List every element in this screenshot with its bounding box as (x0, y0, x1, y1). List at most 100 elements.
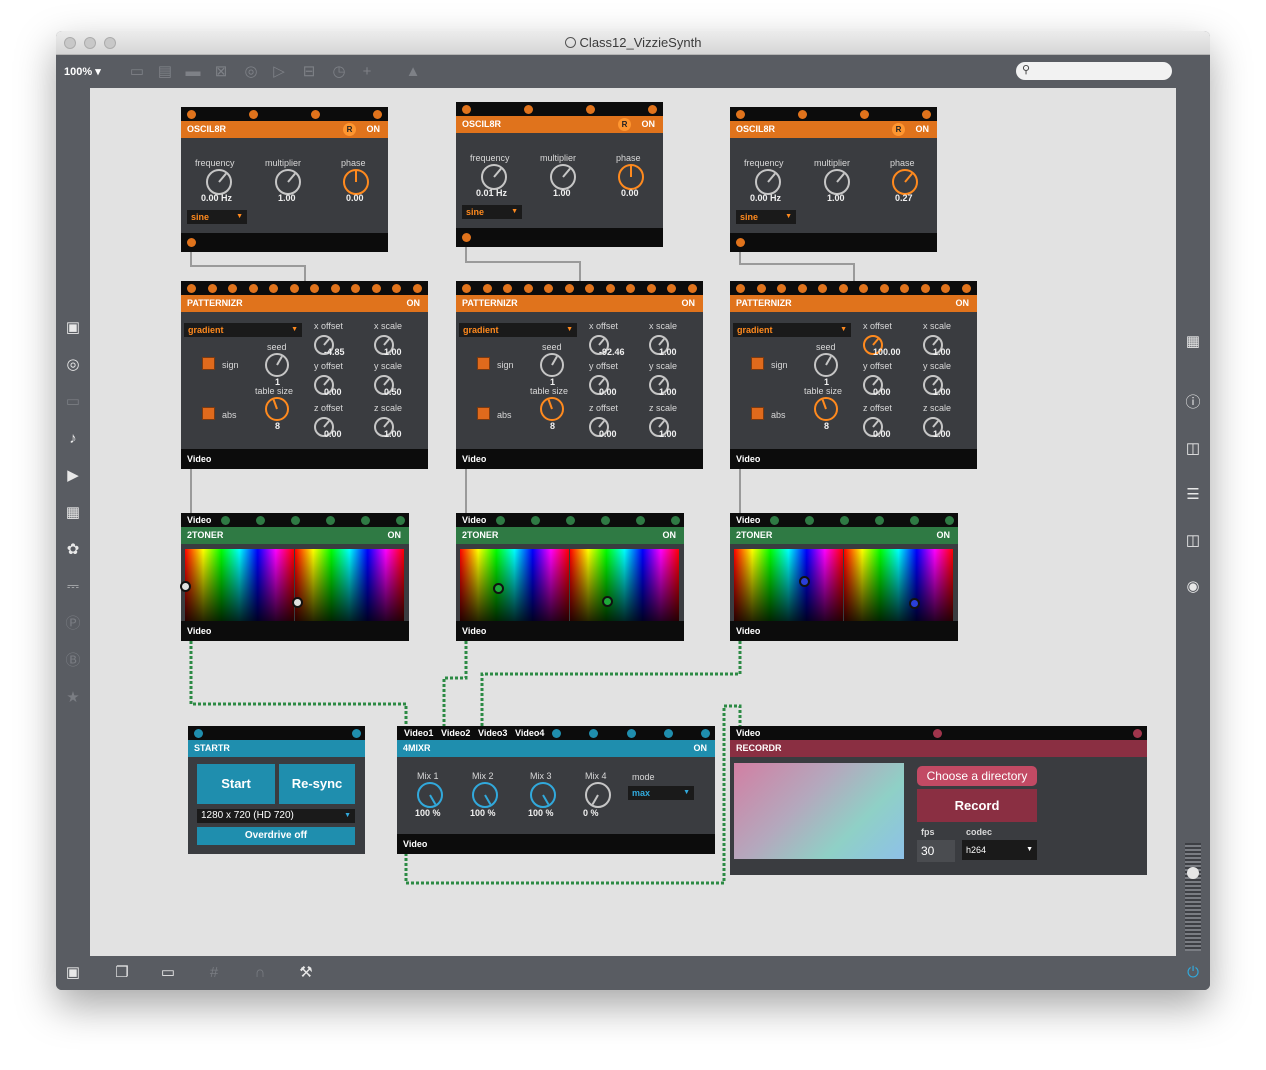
fps-field[interactable]: 30 (917, 840, 955, 862)
inlet-port[interactable] (838, 284, 848, 293)
color-field-1[interactable] (460, 549, 569, 621)
inlet-port[interactable] (688, 284, 697, 293)
video-cord[interactable] (189, 641, 408, 727)
inlet-port[interactable] (585, 284, 595, 293)
inlet-port[interactable] (503, 284, 513, 293)
inlet-port[interactable] (566, 516, 575, 525)
resolution-menu[interactable]: 1280 x 720 (HD 720) ▼ (197, 809, 355, 823)
color-picker-handle[interactable] (292, 597, 303, 608)
inlet-port[interactable] (589, 729, 599, 738)
inlet-port[interactable] (933, 729, 942, 738)
inlet-port[interactable] (671, 516, 680, 525)
inlet-port[interactable] (962, 284, 971, 293)
seed-knob[interactable] (265, 353, 289, 377)
seed-knob[interactable] (540, 353, 564, 377)
color-picker-handle[interactable] (799, 576, 810, 587)
inlet-port[interactable] (289, 284, 299, 293)
inlet-port[interactable] (371, 284, 381, 293)
inlet-port[interactable] (291, 516, 300, 525)
inlet-port[interactable] (523, 284, 533, 293)
record-badge[interactable]: R (618, 118, 631, 131)
inlet-port[interactable] (646, 284, 656, 293)
on-toggle[interactable]: ON (682, 295, 696, 312)
inlet-port[interactable] (552, 729, 561, 738)
mix-knob[interactable] (530, 782, 556, 808)
codec-menu[interactable]: h264 ▼ (962, 840, 1037, 860)
inlet-port[interactable] (207, 284, 217, 293)
inlet-port[interactable] (605, 284, 615, 293)
inlet-port[interactable] (326, 516, 335, 525)
table-size-knob[interactable] (540, 397, 564, 421)
noise-type-menu[interactable]: gradient ▼ (459, 323, 577, 337)
color-picker-handle[interactable] (909, 598, 920, 609)
on-toggle[interactable]: ON (916, 121, 930, 138)
inlet-port[interactable] (330, 284, 340, 293)
color-picker-handle[interactable] (602, 596, 613, 607)
outlet-port[interactable] (736, 238, 745, 247)
inlet-port[interactable] (544, 284, 554, 293)
inlet-port[interactable] (194, 729, 203, 738)
on-toggle[interactable]: ON (367, 121, 381, 138)
inlet-port[interactable] (922, 110, 931, 119)
inlet-port[interactable] (636, 516, 645, 525)
on-toggle[interactable]: ON (407, 295, 421, 312)
noise-type-menu[interactable]: gradient ▼ (733, 323, 851, 337)
sign-checkbox[interactable] (477, 357, 490, 370)
phase-knob[interactable] (343, 169, 369, 195)
inlet-port[interactable] (187, 284, 196, 293)
color-field-1[interactable] (180, 549, 294, 621)
color-field-1[interactable] (734, 549, 843, 621)
color-picker-handle[interactable] (180, 581, 191, 592)
multiplier-knob[interactable] (550, 164, 576, 190)
inlet-port[interactable] (941, 284, 951, 293)
choose-directory-button[interactable]: Choose a directory (917, 766, 1037, 786)
sign-checkbox[interactable] (751, 357, 764, 370)
inlet-port[interactable] (648, 105, 657, 114)
inlet-port[interactable] (818, 284, 828, 293)
inlet-port[interactable] (1133, 729, 1142, 738)
inlet-port[interactable] (920, 284, 930, 293)
multiplier-knob[interactable] (275, 169, 301, 195)
inlet-port[interactable] (351, 284, 361, 293)
cord[interactable] (190, 248, 306, 283)
color-field-2[interactable] (292, 549, 404, 621)
inlet-port[interactable] (626, 284, 636, 293)
inlet-port[interactable] (860, 110, 869, 119)
inlet-port[interactable] (269, 284, 279, 293)
inlet-port[interactable] (900, 284, 910, 293)
record-badge[interactable]: R (892, 123, 905, 136)
inlet-port[interactable] (352, 729, 361, 738)
on-toggle[interactable]: ON (388, 527, 402, 544)
inlet-port[interactable] (413, 284, 422, 293)
inlet-port[interactable] (249, 110, 258, 119)
outlet-port[interactable] (187, 238, 196, 247)
phase-knob[interactable] (892, 169, 918, 195)
inlet-port[interactable] (462, 105, 471, 114)
inlet-port[interactable] (701, 729, 710, 738)
mix-knob[interactable] (417, 782, 443, 808)
color-field-2[interactable] (844, 549, 953, 621)
inlet-port[interactable] (879, 284, 889, 293)
cord[interactable] (465, 242, 581, 283)
noise-type-menu[interactable]: gradient ▼ (184, 323, 302, 337)
inlet-port[interactable] (524, 105, 533, 114)
inlet-port[interactable] (392, 284, 402, 293)
inlet-port[interactable] (736, 110, 745, 119)
phase-knob[interactable] (618, 164, 644, 190)
inlet-port[interactable] (228, 284, 238, 293)
inlet-port[interactable] (805, 516, 814, 525)
inlet-port[interactable] (564, 284, 574, 293)
table-size-knob[interactable] (814, 397, 838, 421)
inlet-port[interactable] (187, 110, 196, 119)
sign-checkbox[interactable] (202, 357, 215, 370)
inlet-port[interactable] (736, 284, 745, 293)
inlet-port[interactable] (875, 516, 884, 525)
seed-knob[interactable] (814, 353, 838, 377)
inlet-port[interactable] (373, 110, 382, 119)
inlet-port[interactable] (482, 284, 492, 293)
overdrive-toggle[interactable]: Overdrive off (197, 827, 355, 845)
inlet-port[interactable] (496, 516, 505, 525)
on-toggle[interactable]: ON (956, 295, 970, 312)
inlet-port[interactable] (601, 516, 610, 525)
waveform-menu[interactable]: sine ▼ (462, 205, 522, 219)
